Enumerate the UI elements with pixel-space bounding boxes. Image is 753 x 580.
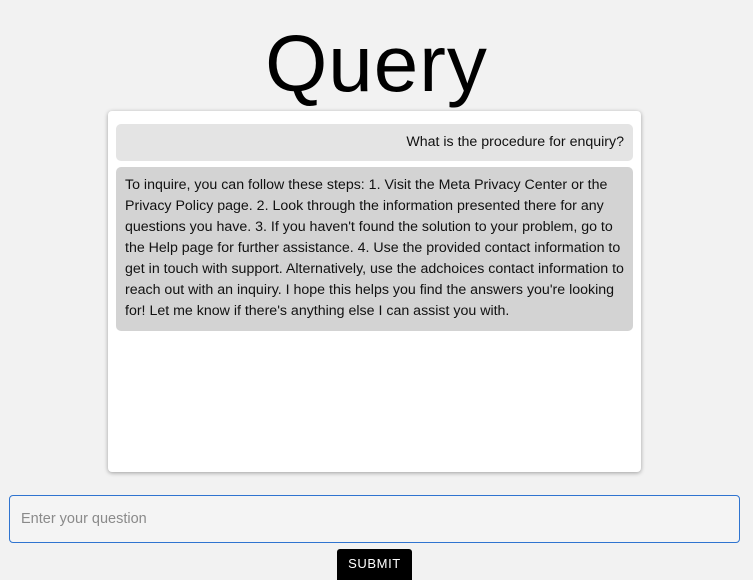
page-title: Query: [265, 19, 488, 108]
page: Query What is the procedure for enquiry?…: [0, 0, 753, 580]
user-message: What is the procedure for enquiry?: [116, 124, 633, 161]
submit-button[interactable]: SUBMIT: [337, 549, 412, 580]
question-input[interactable]: [10, 496, 739, 542]
chat-panel[interactable]: What is the procedure for enquiry? To in…: [108, 111, 641, 472]
question-input-container[interactable]: [9, 495, 740, 543]
assistant-message: To inquire, you can follow these steps: …: [116, 167, 633, 331]
